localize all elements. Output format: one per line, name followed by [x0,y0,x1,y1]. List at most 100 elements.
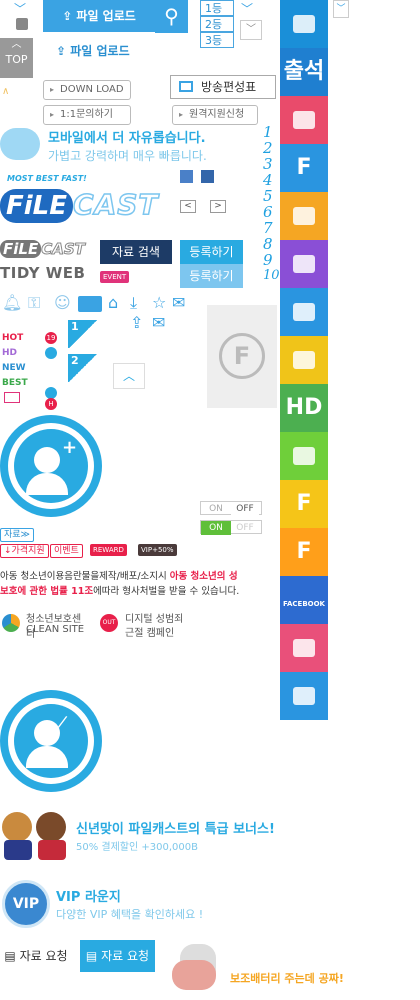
circle-badge [45,347,57,359]
person-icon[interactable]: ☺ [54,294,71,312]
tidyweb-logo: TIDY WEB [0,264,86,282]
brand-tagline: MOST BEST FAST! [7,174,87,183]
step-2-marker: 2 [68,354,98,382]
vip-subtitle: 다양한 VIP 혜택을 확인하세요 ! [56,908,204,921]
edit-user-avatar[interactable]: / [0,690,102,792]
broadcast-schedule-button[interactable]: 방송편성표 [170,75,276,99]
sidebar-item-coin[interactable]: F [280,528,328,576]
mail-icon[interactable]: ✉ [172,294,185,312]
mobile-cloud-icon [0,128,40,160]
event-tag: 이벤트 [50,544,83,558]
remote-support-link[interactable]: 원격지원신청 [172,105,258,125]
pc-icon [293,303,315,321]
data-request-button-active[interactable]: ▤ 자료 요청 [80,940,155,972]
age-19-badge: 19 [45,332,57,344]
register-button-hover[interactable]: 등록하기 [180,264,243,288]
file-upload-button[interactable]: ⇪ 파일 업로드 [43,0,155,32]
sidebar-item-edit[interactable] [280,240,328,288]
data-search-button[interactable]: 자료 검색 [100,240,172,264]
register-button[interactable]: 등록하기 [180,240,243,264]
next-arrow-button[interactable]: > [210,200,226,213]
on-off-toggle[interactable]: ON OFF [200,501,262,516]
promo-title: 신년맞이 파일캐스트의 특급 보너스! [76,822,275,837]
chevron-down-icon[interactable]: ﹀ [241,0,253,17]
battery-promo-text: 보조배터리 주는데 공짜! [230,972,344,985]
mobile-title: 모바일에서 더 자유롭습니다. [48,131,206,146]
chevron-down-icon[interactable]: ﹀ [14,0,26,17]
sidebar-item-mascot-f[interactable]: F [280,480,328,528]
file-upload-link[interactable]: ⇪ 파일 업로드 [56,42,130,59]
tv-icon [179,81,193,92]
monitor-icon [293,15,315,33]
filecast-small-logo: FiLE CAST [0,240,85,259]
rank-number: 9 [263,251,273,269]
on-off-toggle-active[interactable]: ON OFF [200,520,262,535]
chevron-down-button[interactable]: ﹀ [333,0,349,18]
share-icon[interactable]: ⇪ [130,314,143,332]
rank-number: 5 [263,187,273,205]
battery-product-image [172,944,222,994]
sidebar-item-mascot[interactable] [280,672,328,720]
download-icon[interactable]: ⤓ [130,294,137,312]
mascot-f-icon: F [296,491,312,516]
thumbnail-icon [180,170,193,183]
top-button[interactable]: ︿ TOP [0,38,33,78]
shield-icon: F [296,155,312,180]
bell-icon[interactable]: 🔔︎ [2,294,22,312]
gift-box-icon [293,639,315,657]
support-icon [293,351,315,369]
rank-3: 3등 [200,32,234,48]
lock-icon[interactable]: ⚿ [28,294,40,312]
rank-1: 1등 [200,0,234,16]
search-icon: ⚲ [164,4,179,28]
digital-crime-campaign-logo[interactable]: OUT 디지털 성범죄 근절 캠페인 [100,610,200,640]
mail-icon[interactable]: ✉ [152,314,165,332]
sidebar-item-monitor[interactable] [280,0,328,48]
data-request-button[interactable]: ▤ 자료 요청 [0,940,72,972]
mail-badge-icon [4,392,20,403]
sidebar-item-shield[interactable]: F [280,144,328,192]
plus-icon: + [62,437,78,458]
certificate-icon [293,447,315,465]
mascot-icon [293,687,315,705]
star-icon[interactable]: ☆ [152,294,166,312]
rank-number: 10 [263,268,280,283]
download-link[interactable]: DOWN LOAD [43,80,131,100]
vip-tag: VIP+50% [138,544,177,556]
new-label: NEW [2,363,26,373]
search-button[interactable]: ⚲ [155,0,188,33]
facebook-icon: FACEBOOK [283,600,325,608]
mascot-image [0,808,70,860]
user-silhouette-icon [34,720,60,746]
chat-icon[interactable] [78,296,102,312]
dropdown-toggle[interactable]: ﹀ [240,20,262,40]
inquiry-link[interactable]: 1:1문의하기 [43,105,131,125]
sidebar-item-facebook[interactable]: FACEBOOK [280,576,328,624]
hd-label: HD [2,348,18,358]
home-icon[interactable]: ⌂ [108,294,118,312]
sidebar-item-pc[interactable] [280,288,328,336]
sidebar-item-support[interactable] [280,336,328,384]
scroll-up-button[interactable]: ︿ [113,363,145,389]
upload-icon: ⇪ [56,44,71,58]
right-sidebar: 출석 F HD F F FACEBOOK [280,0,328,720]
sidebar-item-hd-phone[interactable]: HD [280,384,328,432]
coin-icon: F [296,539,312,564]
clean-site-logo[interactable]: 청소년보호센터 CLEAN SITE [0,610,90,640]
sidebar-item-certificate[interactable] [280,432,328,480]
mobile-subtitle: 가볍고 강력하며 매우 빠릅니다. [48,149,207,163]
more-data-link[interactable]: 자료≫ [0,528,34,542]
best-label: BEST [2,378,28,388]
add-user-avatar[interactable]: + [0,415,102,517]
sidebar-item-event-calendar[interactable] [280,192,328,240]
calendar-icon [293,111,315,129]
user-silhouette-icon [34,447,60,473]
sidebar-item-gift-box[interactable] [280,624,328,672]
hot-label: HOT [2,333,24,343]
chevron-up-icon: ︿ [11,39,22,50]
sidebar-item-attendance[interactable]: 출석 [280,48,328,96]
sidebar-item-calendar[interactable] [280,96,328,144]
rank-number: 2 [263,139,273,157]
caret-up-icon: ∧ [2,86,10,97]
prev-arrow-button[interactable]: < [180,200,196,213]
